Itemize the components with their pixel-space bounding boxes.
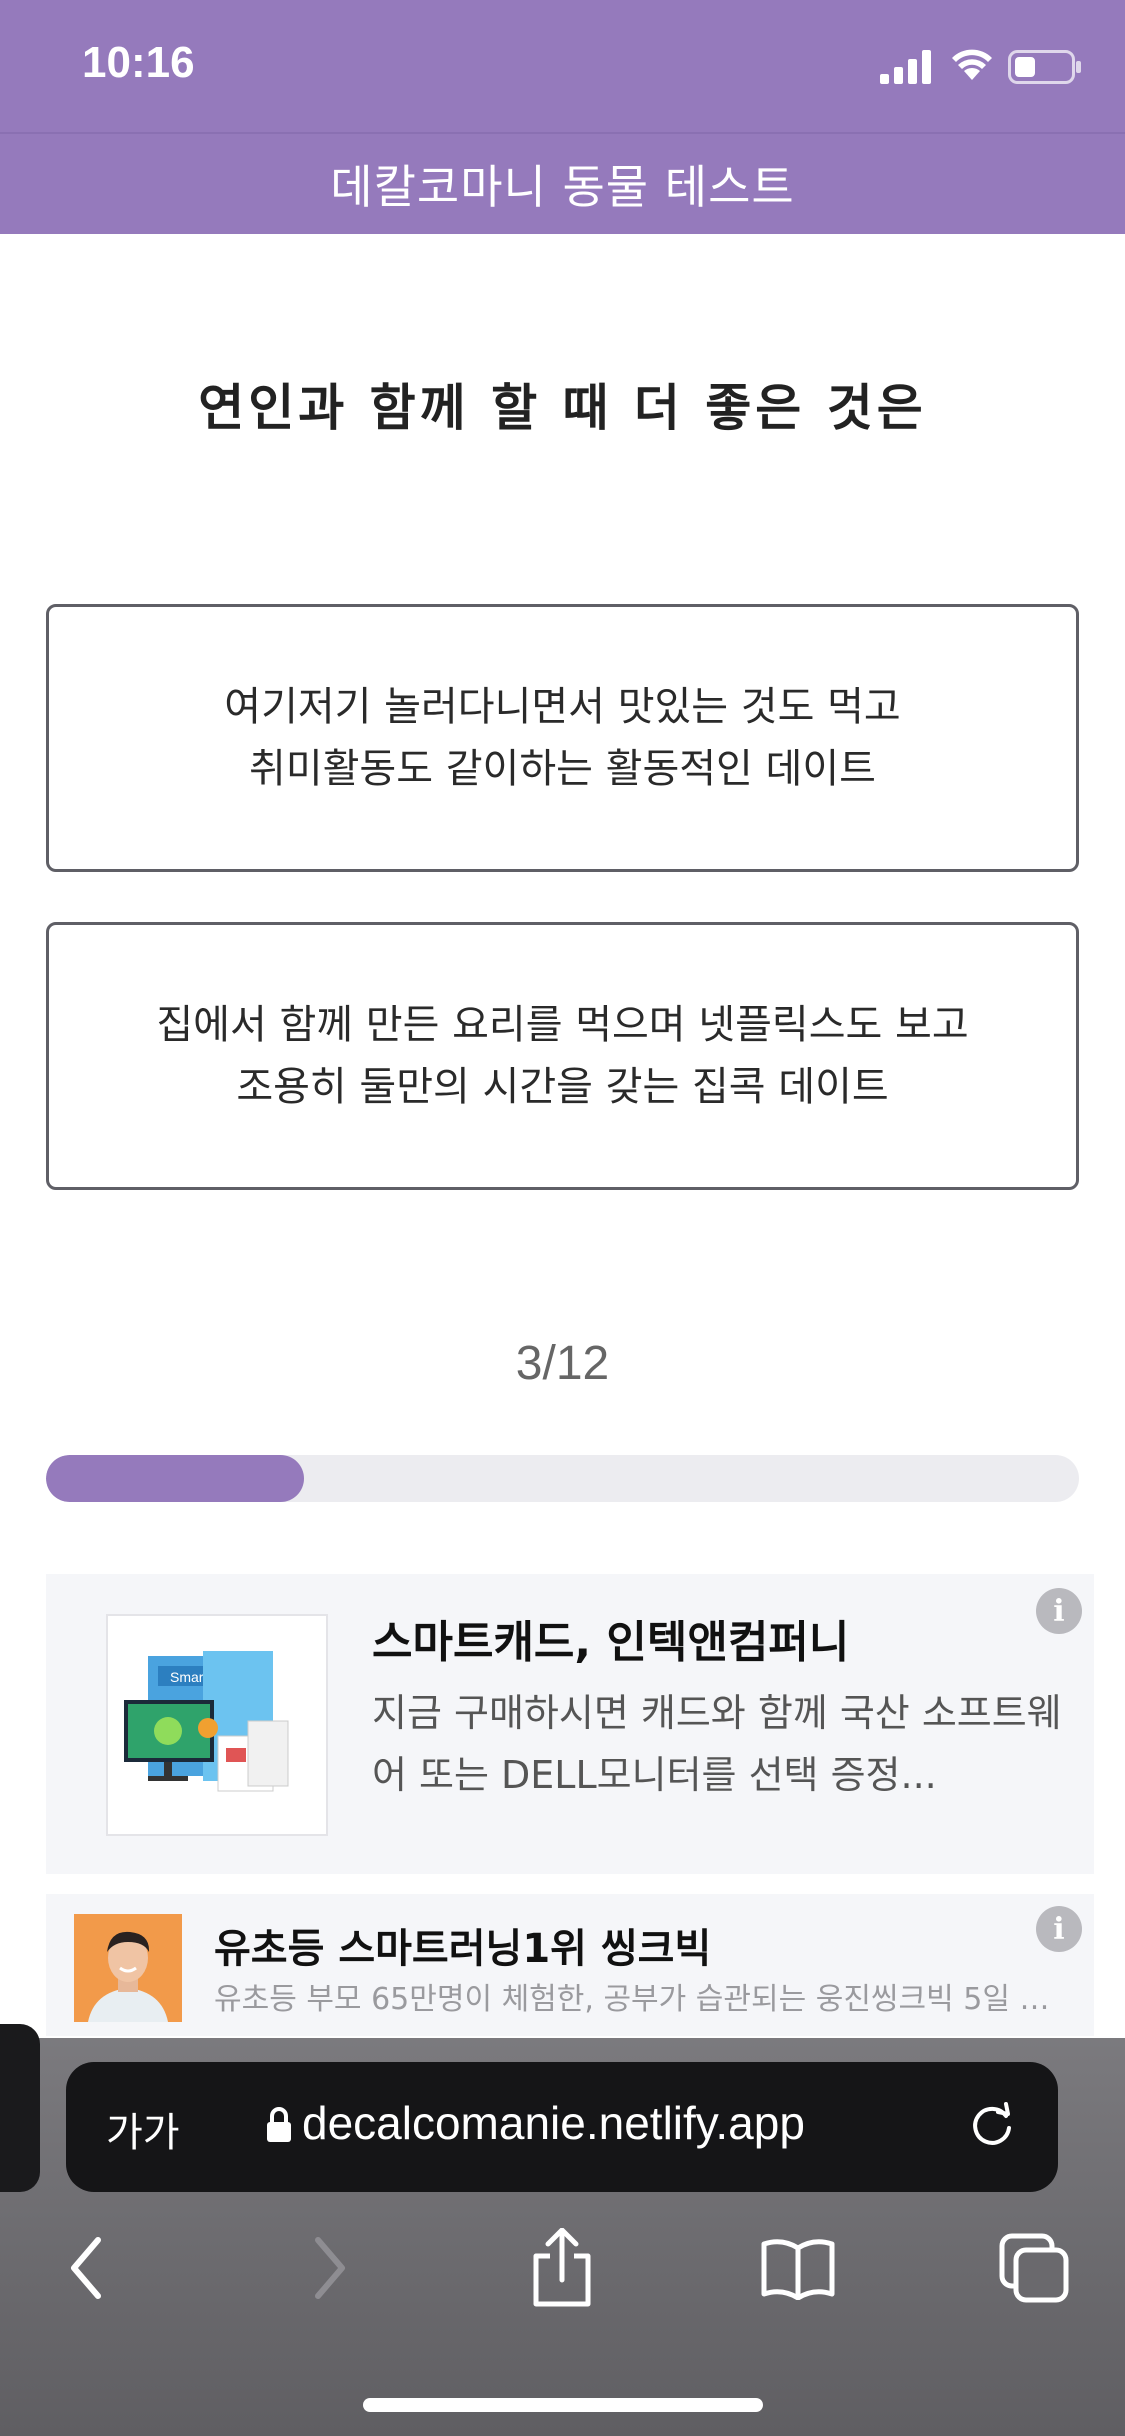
status-bar: 10:16: [0, 0, 1125, 132]
book-icon: [761, 2239, 835, 2300]
reload-icon[interactable]: [966, 2100, 1018, 2152]
home-indicator: [363, 2398, 763, 2412]
battery-icon: [1008, 50, 1081, 84]
progress-bar: [46, 1455, 1079, 1502]
ad-person-image: [74, 1914, 182, 2022]
ad-description: 지금 구매하시면 캐드와 함께 국산 소프트웨어 또는 DELL모니터를 선택 …: [372, 1691, 1062, 1797]
chevron-right-icon: [315, 2237, 345, 2299]
header-title: 데칼코마니 동물 테스트: [330, 160, 795, 214]
chevron-left-icon: [71, 2237, 101, 2299]
question-text: 연인과 함께 할 때 더 좋은 것은: [198, 379, 927, 437]
status-time: 10:16: [82, 38, 195, 87]
cellular-signal-icon: [880, 50, 931, 84]
ad-title: 유초등 스마트러닝1위 씽크빅: [214, 1926, 712, 1972]
wifi-icon: [952, 49, 992, 80]
ad-description: 유초등 부모 65만명이 체험한, 공부가 습관되는 웅진씽크빅 5일 …: [214, 1982, 1050, 2017]
ad-info-icon[interactable]: i: [1036, 1906, 1082, 1952]
share-icon: [533, 2228, 591, 2307]
bookmarks-button[interactable]: [758, 2228, 838, 2308]
progress-bar-fill: [46, 1455, 305, 1502]
ad-info-icon[interactable]: i: [1036, 1588, 1082, 1634]
previous-tab-edge[interactable]: [0, 2024, 40, 2192]
tabs-icon: [999, 2233, 1069, 2303]
url-text: decalcomanie.netlify.app: [302, 2097, 805, 2149]
ad-banner-thinkbig[interactable]: 유초등 스마트러닝1위 씽크빅 유초등 부모 65만명이 체험한, 공부가 습관…: [46, 1894, 1094, 2036]
share-button[interactable]: [522, 2228, 602, 2308]
ad-banner-smartcad[interactable]: Smart 스마트캐드, 인텍앤컴퍼니 지금 구매하시면 캐드와 함께 국산 소…: [46, 1574, 1094, 1874]
progress-counter: 3/12: [515, 1337, 610, 1390]
answer-option-1[interactable]: 여기저기 놀러다니면서 맛있는 것도 먹고 취미활동도 같이하는 활동적인 데이…: [46, 604, 1079, 872]
answer-2-line-1: 집에서 함께 만든 요리를 먹으며 넷플릭스도 보고: [156, 1002, 969, 1048]
lock-icon: [267, 2107, 291, 2142]
answer-option-2[interactable]: 집에서 함께 만든 요리를 먹으며 넷플릭스도 보고 조용히 둘만의 시간을 갖…: [46, 922, 1079, 1190]
text-size-button[interactable]: 가가: [106, 2100, 180, 2158]
svg-text:Smart: Smart: [170, 1669, 207, 1685]
answer-1-line-1: 여기저기 놀러다니면서 맛있는 것도 먹고: [224, 684, 901, 730]
ad-product-image: Smart: [106, 1614, 328, 1836]
back-button[interactable]: [46, 2228, 126, 2308]
forward-button[interactable]: [290, 2228, 370, 2308]
app-header: 데칼코마니 동물 테스트: [0, 132, 1125, 234]
answer-2-line-2: 조용히 둘만의 시간을 갖는 집콕 데이트: [236, 1064, 889, 1110]
answer-1-line-2: 취미활동도 같이하는 활동적인 데이트: [249, 746, 876, 792]
ad-title: 스마트캐드, 인텍앤컴퍼니: [372, 1617, 850, 1668]
tabs-button[interactable]: [994, 2228, 1074, 2308]
address-bar[interactable]: 가가 decalcomanie.netlify.app: [66, 2062, 1058, 2192]
